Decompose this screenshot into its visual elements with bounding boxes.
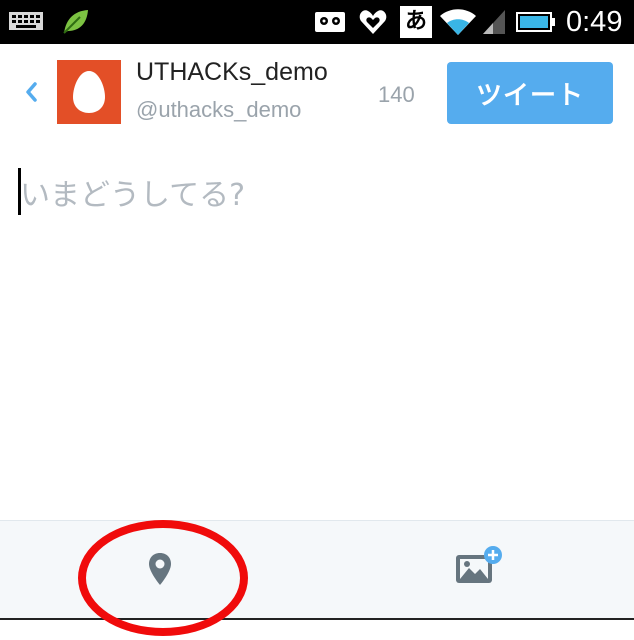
compose-area[interactable]: いまどうしてる? [0,142,634,520]
ime-icon: あ [400,6,432,38]
tweet-button[interactable]: ツイート [447,62,613,124]
chevron-left-icon [24,81,38,107]
clock-time: 0:49 [566,5,623,38]
compose-placeholder: いまどうしてる? [20,178,246,213]
character-count: 140 [378,82,415,107]
bottom-divider [0,618,634,620]
location-button[interactable] [140,551,180,591]
signal-icon [480,0,508,44]
display-name: UTHACKs_demo [136,58,328,86]
tape-icon [312,0,348,44]
wifi-icon [438,0,478,44]
heart-icon [356,0,390,44]
add-photo-icon [452,546,504,593]
status-bar: あ 0:49 [0,0,634,44]
location-pin-icon [148,552,172,590]
compose-toolbar [0,520,634,618]
keyboard-icon [4,0,48,44]
bottom-strip [0,618,634,640]
avatar [57,60,121,124]
back-button[interactable] [16,74,46,114]
egg-icon [73,71,105,113]
user-handle: @uthacks_demo [136,97,302,122]
add-photo-button[interactable] [452,545,504,589]
compose-header: UTHACKs_demo @uthacks_demo 140 ツイート [0,44,634,142]
battery-icon [514,0,558,44]
leaf-icon [58,0,92,44]
